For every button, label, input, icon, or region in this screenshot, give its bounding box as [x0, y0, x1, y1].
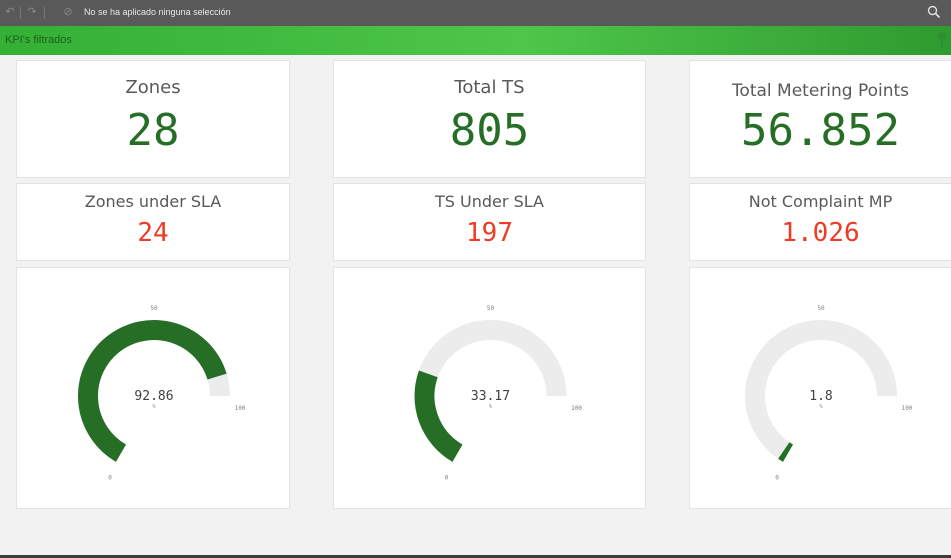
gauge-card-zones[interactable]: 92.86 % 0 50 100	[16, 267, 290, 509]
gauge-card-ts[interactable]: 33.17 % 0 50 100	[333, 267, 646, 509]
kpi-value: 805	[449, 105, 530, 156]
kpi-title: Zones under SLA	[84, 192, 222, 211]
gauge-value: 1.8	[809, 389, 832, 404]
sheet-title-bar: KPI's filtrados	[0, 26, 951, 55]
kpi-zones[interactable]: Zones 28	[16, 60, 290, 178]
kpi-ts-under-sla[interactable]: TS Under SLA 197	[333, 183, 646, 261]
toolbar-separator	[44, 7, 45, 19]
map-pin-icon	[937, 31, 947, 49]
kpi-title: TS Under SLA	[435, 192, 544, 211]
kpi-title: Not Complaint MP	[748, 192, 893, 211]
back-icon[interactable]: ↶	[4, 6, 16, 18]
kpi-value: 28	[126, 105, 180, 156]
gauge-min-label: 0	[445, 474, 449, 481]
gauge-unit: %	[489, 404, 492, 410]
gauge-unit: %	[152, 404, 155, 410]
gauge-fill	[414, 370, 463, 462]
sheet-title: KPI's filtrados	[5, 34, 72, 46]
gauge-max-label: 100	[571, 405, 582, 412]
gauge-max-label: 100	[235, 405, 246, 412]
kpi-total-ts[interactable]: Total TS 805	[333, 60, 646, 178]
kpi-title: Total Metering Points	[731, 81, 910, 101]
gauge-min-label: 0	[775, 474, 779, 481]
kpi-title: Zones	[125, 77, 181, 98]
kpi-value: 197	[466, 218, 513, 248]
gauge-min-label: 0	[108, 474, 112, 481]
gauge-mid-label: 50	[487, 305, 495, 312]
gauge-max-label: 100	[902, 405, 913, 412]
gauge-chart: 33.17 % 0 50 100	[414, 305, 582, 481]
selection-status: No se ha aplicado ninguna selección	[84, 7, 231, 17]
kpi-value: 1.026	[781, 218, 860, 248]
kpi-not-complaint-mp[interactable]: Not Complaint MP 1.026	[689, 183, 951, 261]
gauge-mid-label: 50	[150, 305, 158, 312]
gauge-unit: %	[819, 404, 822, 410]
forward-icon[interactable]: ↷	[26, 6, 38, 18]
gauge-chart: 92.86 % 0 50 100	[78, 305, 246, 481]
gauge-value: 92.86	[134, 389, 173, 404]
kpi-total-metering-points[interactable]: Total Metering Points 56.852	[689, 60, 951, 178]
gauge-value: 33.17	[471, 389, 510, 404]
gauge-chart: 1.8 % 0 50 100	[745, 305, 913, 481]
kpi-value: 56.852	[741, 105, 900, 156]
gauge-mid-label: 50	[817, 305, 825, 312]
toolbar-separator	[20, 7, 21, 19]
kpi-zones-under-sla[interactable]: Zones under SLA 24	[16, 183, 290, 261]
gauge-card-mp[interactable]: 1.8 % 0 50 100	[689, 267, 951, 509]
kpi-title: Total TS	[454, 77, 525, 98]
gauge-fill	[778, 442, 794, 462]
search-icon[interactable]	[927, 5, 941, 19]
clear-selections-icon[interactable]: ⊘	[62, 6, 74, 18]
kpi-value: 24	[137, 218, 169, 248]
toolbar: ↶ ↷ ⊘ No se ha aplicado ninguna selecció…	[0, 0, 951, 26]
